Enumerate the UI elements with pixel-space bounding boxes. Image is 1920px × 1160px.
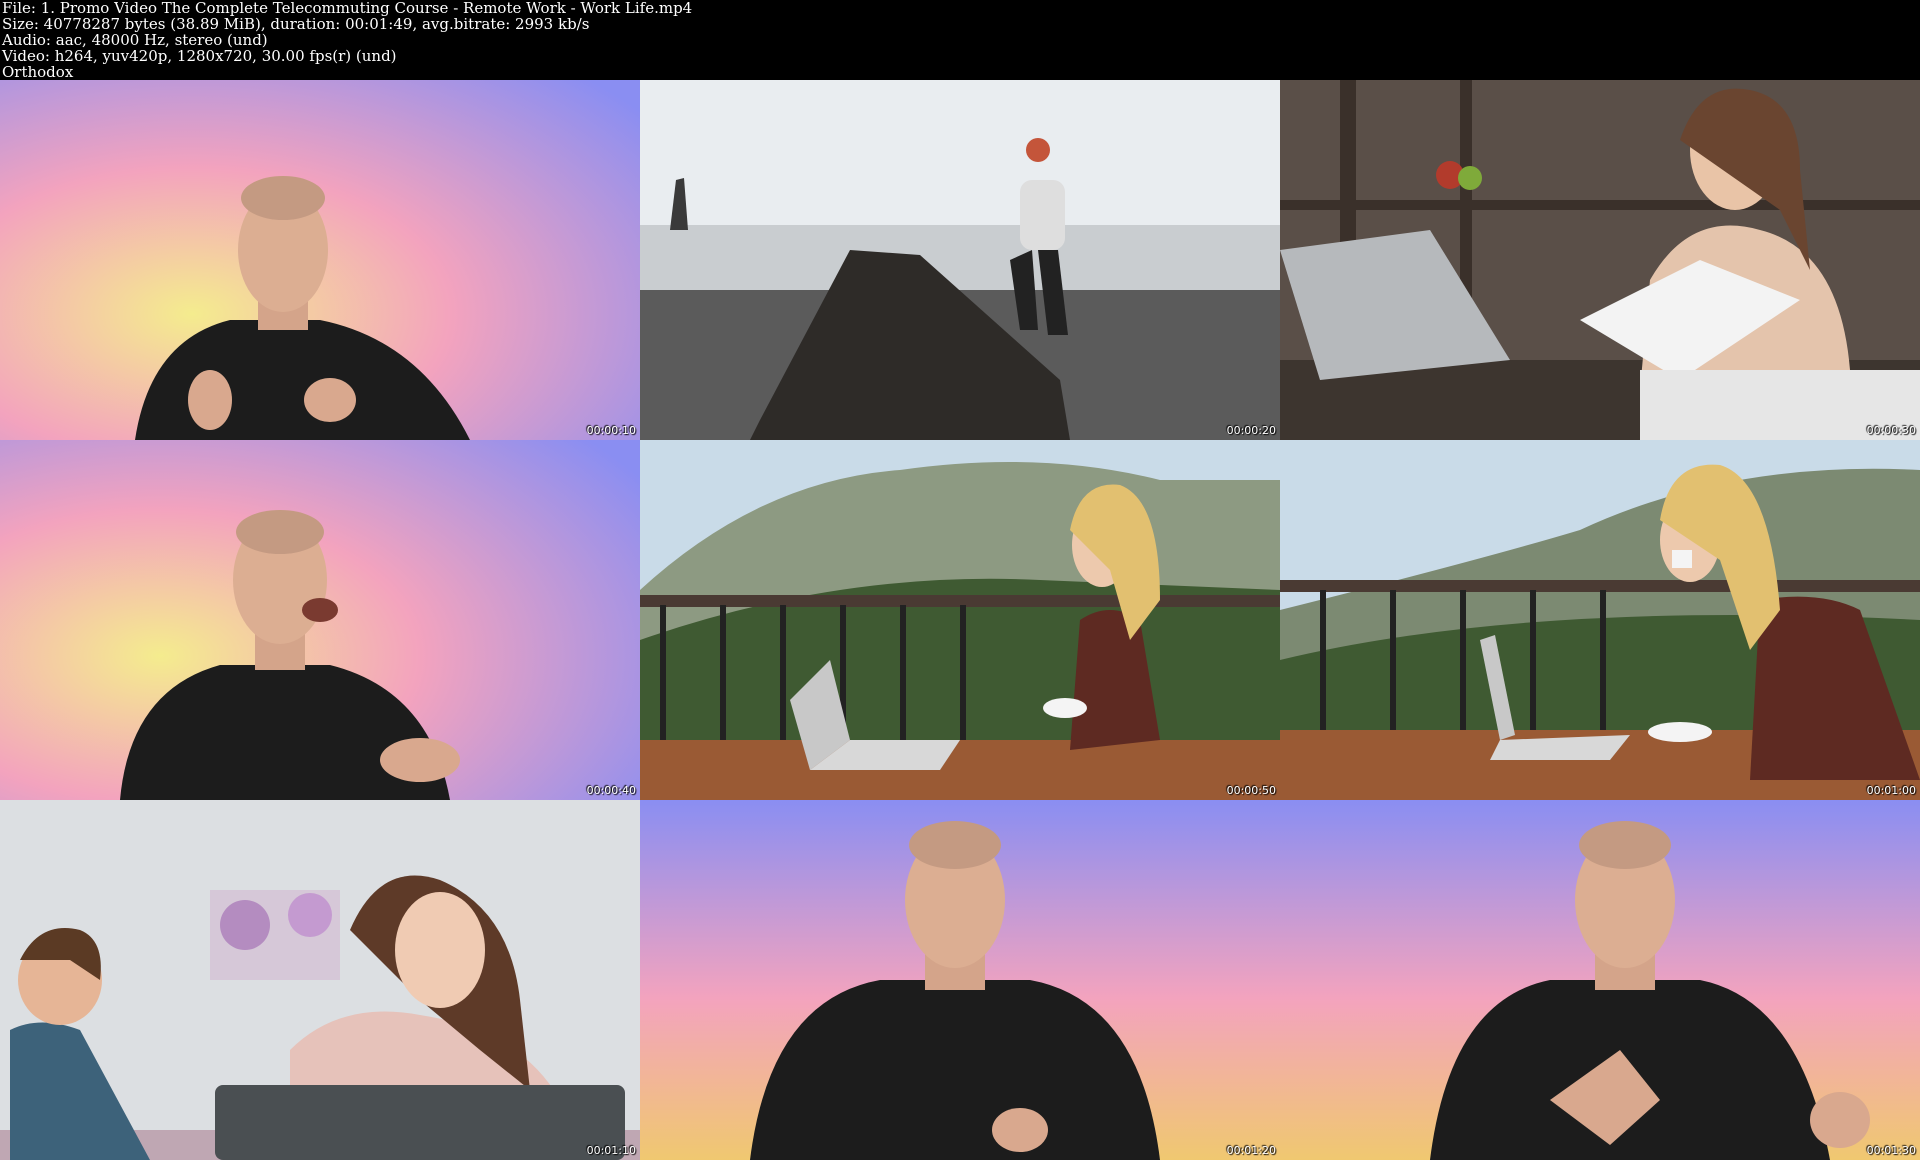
audio-info: Audio: aac, 48000 Hz, stereo (und) <box>2 31 268 49</box>
thumbnail-6[interactable]: 00:01:00 <box>1280 440 1920 800</box>
thumbnail-5[interactable]: 00:00:50 <box>640 440 1280 800</box>
thumbnail-timestamp: 00:00:40 <box>586 784 636 797</box>
thumbnail-grid: 00:00:10 00:00:20 00:00:30 00:00:40 00:0… <box>0 80 1920 1160</box>
thumbnail-timestamp: 00:00:10 <box>586 424 636 437</box>
thumbnail-timestamp: 00:00:50 <box>1226 784 1276 797</box>
thumbnail-timestamp: 00:01:10 <box>586 1144 636 1157</box>
thumbnail-timestamp: 00:01:30 <box>1866 1144 1916 1157</box>
thumbnail-2[interactable]: 00:00:20 <box>640 80 1280 440</box>
thumbnail-7[interactable]: 00:01:10 <box>0 800 640 1160</box>
thumbnail-3[interactable]: 00:00:30 <box>1280 80 1920 440</box>
video-info: Video: h264, yuv420p, 1280x720, 30.00 fp… <box>2 47 397 65</box>
file-size-info: Size: 40778287 bytes (38.89 MiB), durati… <box>2 15 590 33</box>
thumbnail-timestamp: 00:01:00 <box>1866 784 1916 797</box>
thumbnail-timestamp: 00:01:20 <box>1226 1144 1276 1157</box>
thumbnail-8[interactable]: 00:01:20 <box>640 800 1280 1160</box>
source-tag: Orthodox <box>2 63 74 81</box>
thumbnail-9[interactable]: 00:01:30 <box>1280 800 1920 1160</box>
thumbnail-1[interactable]: 00:00:10 <box>0 80 640 440</box>
file-info-header: File: 1. Promo Video The Complete Teleco… <box>0 0 1920 80</box>
file-name: File: 1. Promo Video The Complete Teleco… <box>2 0 693 17</box>
thumbnail-4[interactable]: 00:00:40 <box>0 440 640 800</box>
thumbnail-timestamp: 00:00:30 <box>1866 424 1916 437</box>
thumbnail-timestamp: 00:00:20 <box>1226 424 1276 437</box>
